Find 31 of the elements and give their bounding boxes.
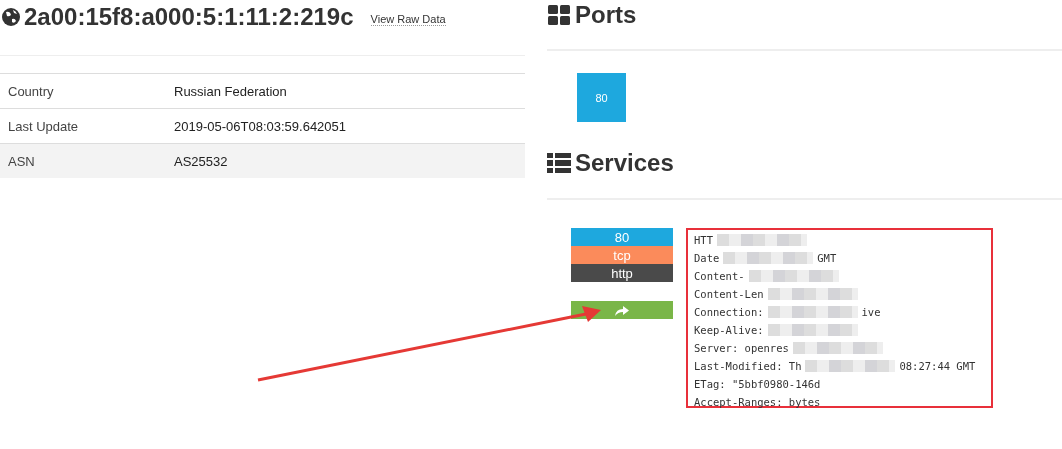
- view-raw-data-link[interactable]: View Raw Data: [370, 12, 446, 26]
- detail-label: ASN: [7, 153, 36, 169]
- port-label: 80: [571, 228, 673, 246]
- detail-value: Russian Federation: [174, 83, 287, 99]
- banner-text: Last-Modified: Th: [694, 360, 802, 372]
- globe-icon: [1, 7, 21, 27]
- detail-label: Last Update: [7, 118, 80, 134]
- banner-text: Content-: [694, 270, 745, 282]
- list-icon: [547, 153, 571, 173]
- banner-text: Keep-Alive:: [694, 324, 764, 336]
- banner-text: Server: openres: [694, 342, 789, 354]
- banner-text: 08:27:44 GMT: [899, 360, 976, 372]
- banner-text: GMT: [817, 252, 837, 264]
- banner-text: ETag: "5bbf0980-146d: [694, 378, 821, 390]
- banner-text: ive: [861, 306, 881, 318]
- banner-text: Content-Len: [694, 288, 764, 300]
- share-icon: [615, 304, 629, 316]
- transport-label: tcp: [571, 246, 673, 264]
- services-heading: Services: [575, 149, 674, 177]
- grid-icon: [547, 5, 571, 25]
- detail-value: 2019-05-06T08:03:59.642051: [174, 118, 347, 134]
- share-button[interactable]: [571, 301, 673, 319]
- banner-text: Connection:: [694, 306, 764, 318]
- host-title: 2a00:15f8:a000:5:1:11:2:219c: [24, 3, 354, 31]
- module-label: http: [571, 264, 673, 282]
- banner-text: HTT: [694, 234, 713, 246]
- banner-text: Accept-Ranges: bytes: [694, 396, 821, 408]
- ports-heading: Ports: [575, 1, 637, 29]
- banner-text: Date: [694, 252, 720, 264]
- detail-label: Country: [7, 83, 55, 99]
- detail-value: AS25532: [174, 153, 228, 169]
